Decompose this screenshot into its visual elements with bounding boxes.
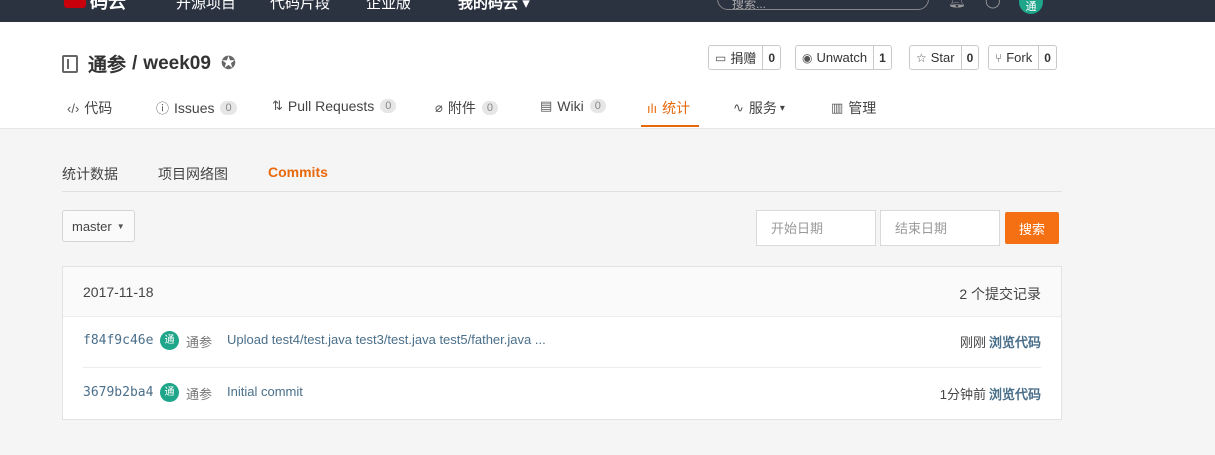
book-icon: ▤ [540,98,553,113]
tab-services-label: 服务 [748,100,777,116]
tab-pull-requests[interactable]: ⇅ Pull Requests 0 [272,98,397,114]
tab-wiki[interactable]: ▤ Wiki 0 [540,98,606,114]
tab-issues[interactable]: ⓘ Issues 0 [156,98,237,117]
star-label: Star [930,50,955,65]
search-button[interactable]: 搜索 [1005,212,1059,244]
top-navbar: 码云 开源项目 代码片段 企业版 我的码云 ▾ 搜索... 🔔︎ ◯ 通 [0,0,1215,22]
watch-count: 1 [873,46,891,69]
pull-request-icon: ⇅ [272,98,283,113]
commit-meta: 1分钟前 浏览代码 [940,384,1041,403]
recommend-badge-icon[interactable]: ✪ [221,53,236,74]
logo[interactable]: 码云 [64,0,126,12]
star-button[interactable]: ☆ Star 0 [909,45,980,70]
tab-manage-label: 管理 [848,100,877,116]
branch-select[interactable]: master ▼ [62,210,135,242]
top-search-input[interactable]: 搜索... [717,0,929,11]
end-date-input[interactable] [880,210,1000,246]
tab-attachments-badge: 0 [481,101,498,115]
tab-issues-label: Issues [174,99,215,116]
commit-sha-link[interactable]: 3679b2ba4 [83,385,153,400]
help-icon[interactable]: ◯ [985,0,1001,9]
active-tab-underline [641,125,699,127]
repo-book-icon [62,54,78,73]
unwatch-button[interactable]: ◉ Unwatch 1 [795,45,892,70]
branch-label: master [72,218,112,234]
chevron-down-icon: ▾ [779,102,785,114]
tab-attachments[interactable]: ⌀ 附件 0 [435,98,498,118]
fork-label: Fork [1006,50,1033,65]
user-avatar[interactable]: 通 [1019,0,1043,14]
tab-wiki-badge: 0 [589,99,606,113]
commit-message-link[interactable]: Upload test4/test.java test3/test.java t… [227,332,546,347]
issue-icon: ⓘ [156,101,170,116]
topnav-snippets[interactable]: 代码片段 [270,0,330,13]
topnav-my-label: 我的码云 [458,0,519,12]
commit-meta: 刚刚 浏览代码 [960,332,1041,351]
commit-sha-link[interactable]: f84f9c46e [83,333,153,348]
pulse-icon: ∿ [733,100,744,115]
author-avatar[interactable]: 通 [160,383,179,402]
subtab-network[interactable]: 项目网络图 [158,164,228,184]
author-name[interactable]: 通参 [186,332,212,351]
tab-manage[interactable]: ▥ 管理 [831,98,876,118]
tab-stats[interactable]: ılı 统计 [647,98,690,118]
bell-icon[interactable]: 🔔︎ [948,0,966,9]
commit-time: 1分钟前 [939,387,986,402]
topnav-enterprise[interactable]: 企业版 [366,0,411,13]
start-date-input[interactable] [756,210,876,246]
donate-label: 捐赠 [730,51,757,66]
browse-code-link[interactable]: 浏览代码 [989,387,1041,402]
repo-title: 通参 / week09 ✪ [62,50,236,77]
tab-stats-label: 统计 [662,100,691,116]
donate-icon: ▭ [715,50,727,65]
tab-wiki-label: Wiki [557,98,584,114]
star-count: 0 [960,46,979,69]
subtab-commits[interactable]: Commits [268,164,328,180]
tab-pull-requests-badge: 0 [380,99,397,113]
commit-time: 刚刚 [959,335,986,350]
eye-icon: ◉ [802,50,813,65]
commits-panel: 2017-11-18 2 个提交记录 f84f9c46e 通 通参 Upload… [62,266,1062,420]
star-icon: ☆ [916,50,927,65]
author-name[interactable]: 通参 [186,384,212,403]
code-icon: ‹/› [67,100,80,116]
subtab-statistics[interactable]: 统计数据 [62,164,118,184]
tab-pull-requests-label: Pull Requests [287,98,375,114]
chevron-down-icon: ▾ [522,0,530,12]
topnav-my[interactable]: 我的码云 ▾ [458,0,530,13]
donate-button[interactable]: ▭ 捐赠 0 [708,45,782,70]
fork-count: 0 [1038,46,1056,69]
repo-separator: / [132,52,138,74]
tab-code-label: 代码 [84,100,113,116]
repo-name-link[interactable]: week09 [143,53,211,75]
browse-code-link[interactable]: 浏览代码 [989,335,1041,350]
repo-header: 通参 / week09 ✪ ▭ 捐赠 0 ◉ Unwatch 1 ☆ Star 0 ⑂… [0,22,1215,129]
commit-date: 2017-11-18 [83,284,154,300]
paperclip-icon: ⌀ [435,100,443,115]
caret-down-icon: ▼ [116,221,125,231]
repo-owner-link[interactable]: 通参 [88,50,126,77]
settings-doc-icon: ▥ [831,100,844,115]
topnav-open-source[interactable]: 开源项目 [176,0,236,13]
tab-issues-badge: 0 [220,100,237,115]
tab-attachments-label: 附件 [447,100,476,116]
subtab-divider [62,191,1062,192]
commit-count: 2 个提交记录 [959,286,1041,302]
author-avatar[interactable]: 通 [160,331,179,350]
commit-row: 3679b2ba4 通 通参 Initial commit 1分钟前 浏览代码 [63,368,1061,419]
tab-services[interactable]: ∿ 服务 ▾ [733,98,785,118]
commit-message-link[interactable]: Initial commit [227,384,303,399]
commit-row: f84f9c46e 通 通参 Upload test4/test.java te… [63,316,1061,367]
logo-text: 码云 [90,0,126,12]
logo-mark-icon [64,0,86,8]
fork-button[interactable]: ⑂ Fork 0 [988,45,1057,70]
bar-chart-icon: ılı [647,100,658,116]
fork-icon: ⑂ [995,50,1003,65]
commits-date-header: 2017-11-18 2 个提交记录 [63,267,1061,317]
tab-code[interactable]: ‹/› 代码 [67,98,112,118]
unwatch-label: Unwatch [816,50,868,65]
donate-count: 0 [762,46,780,69]
